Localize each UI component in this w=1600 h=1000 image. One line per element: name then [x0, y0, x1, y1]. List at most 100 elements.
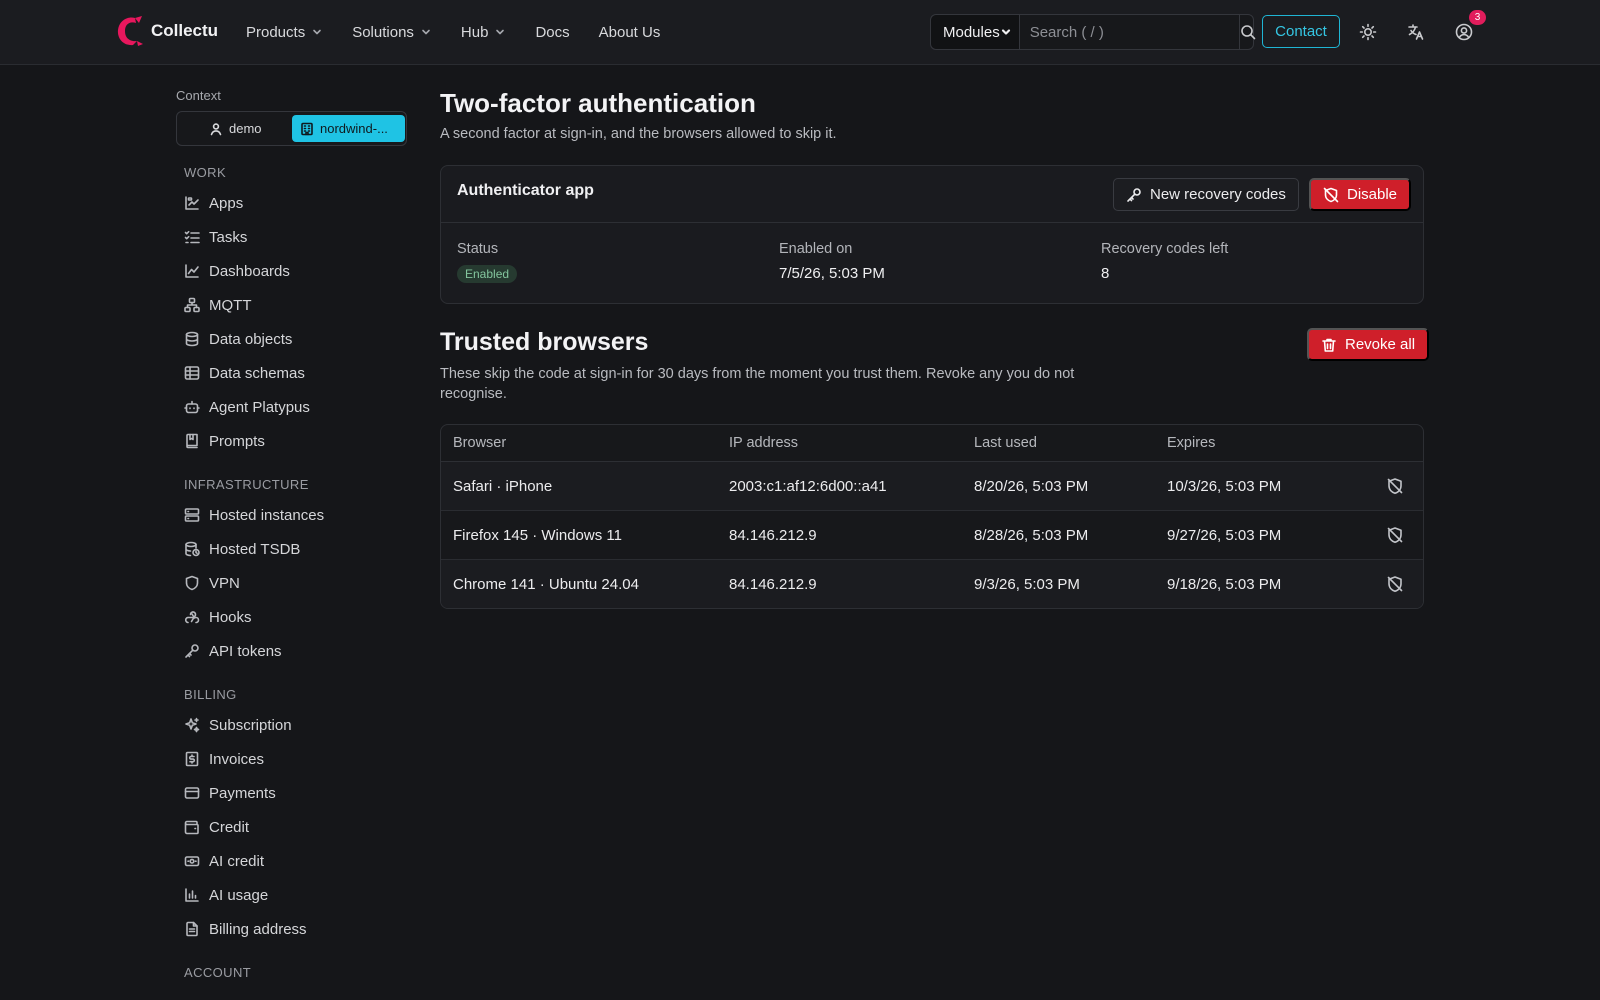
sidebar-item-invoices[interactable]: Invoices: [184, 746, 264, 772]
modules-select-value: Modules: [943, 23, 1000, 41]
bar-chart-icon: [185, 888, 199, 902]
search-icon: [1240, 25, 1256, 40]
new-recovery-codes-button[interactable]: New recovery codes: [1113, 178, 1299, 211]
shield-off-icon: [1387, 478, 1403, 495]
context-org-option[interactable]: nordwind-...: [292, 115, 405, 142]
cell-last-used: 8/20/26, 5:03 PM: [974, 478, 1089, 495]
sidebar-item-billing-address[interactable]: Billing address: [184, 916, 307, 942]
nav-solutions[interactable]: Solutions: [352, 24, 432, 41]
sidebar-item-payments[interactable]: Payments: [184, 780, 276, 806]
contact-button[interactable]: Contact: [1262, 15, 1340, 48]
user-circle-icon: [1455, 23, 1473, 41]
building-icon: [301, 122, 313, 135]
column-header-ip: IP address: [729, 435, 799, 451]
chevron-down-icon: [496, 29, 505, 35]
sidebar-item-mqtt[interactable]: MQTT: [184, 292, 252, 318]
account-button[interactable]: [1454, 22, 1474, 42]
sidebar-item-subscription[interactable]: Subscription: [184, 712, 292, 738]
sidebar-item-label: AI credit: [209, 852, 265, 870]
nav-about-us[interactable]: About Us: [599, 24, 661, 41]
chevron-down-icon: [313, 29, 322, 35]
sidebar-item-label: Hosted TSDB: [209, 540, 301, 558]
sidebar-item-label: Invoices: [209, 750, 265, 768]
recovery-codes-value: 8: [1101, 265, 1110, 282]
revoke-browser-button[interactable]: [1386, 526, 1404, 544]
collectu-logo-icon: [117, 16, 143, 46]
table-row: Chrome 141 · Ubuntu 24.04 84.146.212.9 9…: [441, 560, 1423, 608]
recovery-codes-label: Recovery codes left: [1101, 241, 1229, 257]
translate-icon: [1408, 24, 1424, 40]
sidebar-item-label: API tokens: [209, 642, 282, 660]
brand-logo[interactable]: Collectu: [115, 15, 218, 47]
shield-off-icon: [1387, 576, 1403, 593]
cell-ip: 2003:c1:af12:6d00::a41: [729, 478, 887, 495]
chevron-down-icon: [422, 29, 430, 35]
disable-label: Disable: [1347, 186, 1398, 203]
cell-expires: 9/27/26, 5:03 PM: [1167, 527, 1282, 544]
column-header-expires: Expires: [1167, 435, 1216, 451]
database-icon: [185, 331, 199, 347]
status-label: Status: [457, 241, 499, 257]
nav-hub-label: Hub: [460, 23, 489, 41]
sidebar-item-apps[interactable]: Apps: [184, 190, 243, 216]
sidebar-item-hooks[interactable]: Hooks: [184, 604, 252, 630]
credit-card-icon: [184, 787, 200, 799]
column-header-last-used: Last used: [974, 435, 1037, 451]
sidebar-item-dashboards[interactable]: Dashboards: [184, 258, 290, 284]
cell-ip: 84.146.212.9: [729, 576, 817, 593]
disable-2fa-button[interactable]: Disable: [1309, 178, 1412, 211]
sidebar-item-api-tokens[interactable]: API tokens: [184, 638, 282, 664]
sidebar-item-hosted-tsdb[interactable]: Hosted TSDB: [184, 536, 300, 562]
column-header-browser: Browser: [453, 435, 507, 451]
sidebar-item-ai-usage[interactable]: AI usage: [184, 882, 268, 908]
nav-docs[interactable]: Docs: [535, 24, 569, 41]
sidebar-item-hosted-instances[interactable]: Hosted instances: [184, 502, 324, 528]
revoke-browser-button[interactable]: [1386, 575, 1404, 593]
sidebar-item-data-schemas[interactable]: Data schemas: [184, 360, 305, 386]
trash-icon: [1322, 338, 1336, 352]
context-user-option[interactable]: demo: [209, 115, 262, 142]
notification-badge: 3: [1469, 10, 1486, 25]
database-clock-icon: [185, 541, 200, 557]
sidebar-item-agent-platypus[interactable]: Agent Platypus: [184, 394, 310, 420]
file-icon: [186, 921, 198, 937]
search-input[interactable]: [1019, 15, 1239, 49]
sidebar-item-ai-credit[interactable]: AI credit: [184, 848, 264, 874]
cell-browser: Safari · iPhone: [453, 478, 553, 495]
language-button[interactable]: [1406, 22, 1426, 42]
search-button[interactable]: [1238, 15, 1256, 49]
status-badge: Enabled: [457, 265, 518, 283]
sidebar-item-prompts[interactable]: Prompts: [184, 428, 265, 454]
sidebar-item-credit[interactable]: Credit: [184, 814, 249, 840]
shield-off-icon: [1323, 187, 1339, 202]
new-recovery-codes-label: New recovery codes: [1150, 186, 1286, 203]
sidebar-item-label: VPN: [209, 574, 240, 592]
theme-toggle-button[interactable]: [1358, 22, 1378, 42]
top-navbar: Collectu Products Solutions Hub Docs Abo…: [0, 0, 1600, 65]
dashboards-icon: [185, 264, 199, 278]
sidebar-item-tasks[interactable]: Tasks: [184, 224, 247, 250]
modules-select[interactable]: Modules: [931, 15, 1020, 49]
cell-expires: 10/3/26, 5:03 PM: [1167, 478, 1282, 495]
context-org-label: nordwind-...: [320, 121, 388, 136]
sidebar-item-label: Billing address: [209, 920, 307, 938]
banknote-icon: [184, 856, 200, 867]
search-group: Modules: [930, 14, 1256, 50]
cell-expires: 9/18/26, 5:03 PM: [1167, 576, 1282, 593]
chevron-down-icon: [1001, 29, 1010, 35]
nav-hub[interactable]: Hub: [461, 24, 507, 41]
sidebar-item-label: Tasks: [209, 228, 248, 246]
sidebar-item-data-objects[interactable]: Data objects: [184, 326, 292, 352]
sidebar-item-label: MQTT: [209, 296, 252, 314]
mqtt-icon: [184, 297, 200, 313]
sidebar-item-label: Payments: [209, 784, 276, 802]
cell-last-used: 9/3/26, 5:03 PM: [974, 576, 1080, 593]
sidebar-item-vpn[interactable]: VPN: [184, 570, 240, 596]
nav-products[interactable]: Products: [246, 24, 323, 41]
revoke-all-button[interactable]: Revoke all: [1307, 328, 1430, 361]
server-icon: [184, 508, 200, 522]
sidebar-item-label: AI usage: [209, 886, 269, 904]
enabled-on-value: 7/5/26, 5:03 PM: [779, 265, 885, 282]
key-icon: [185, 644, 199, 658]
revoke-browser-button[interactable]: [1386, 477, 1404, 495]
